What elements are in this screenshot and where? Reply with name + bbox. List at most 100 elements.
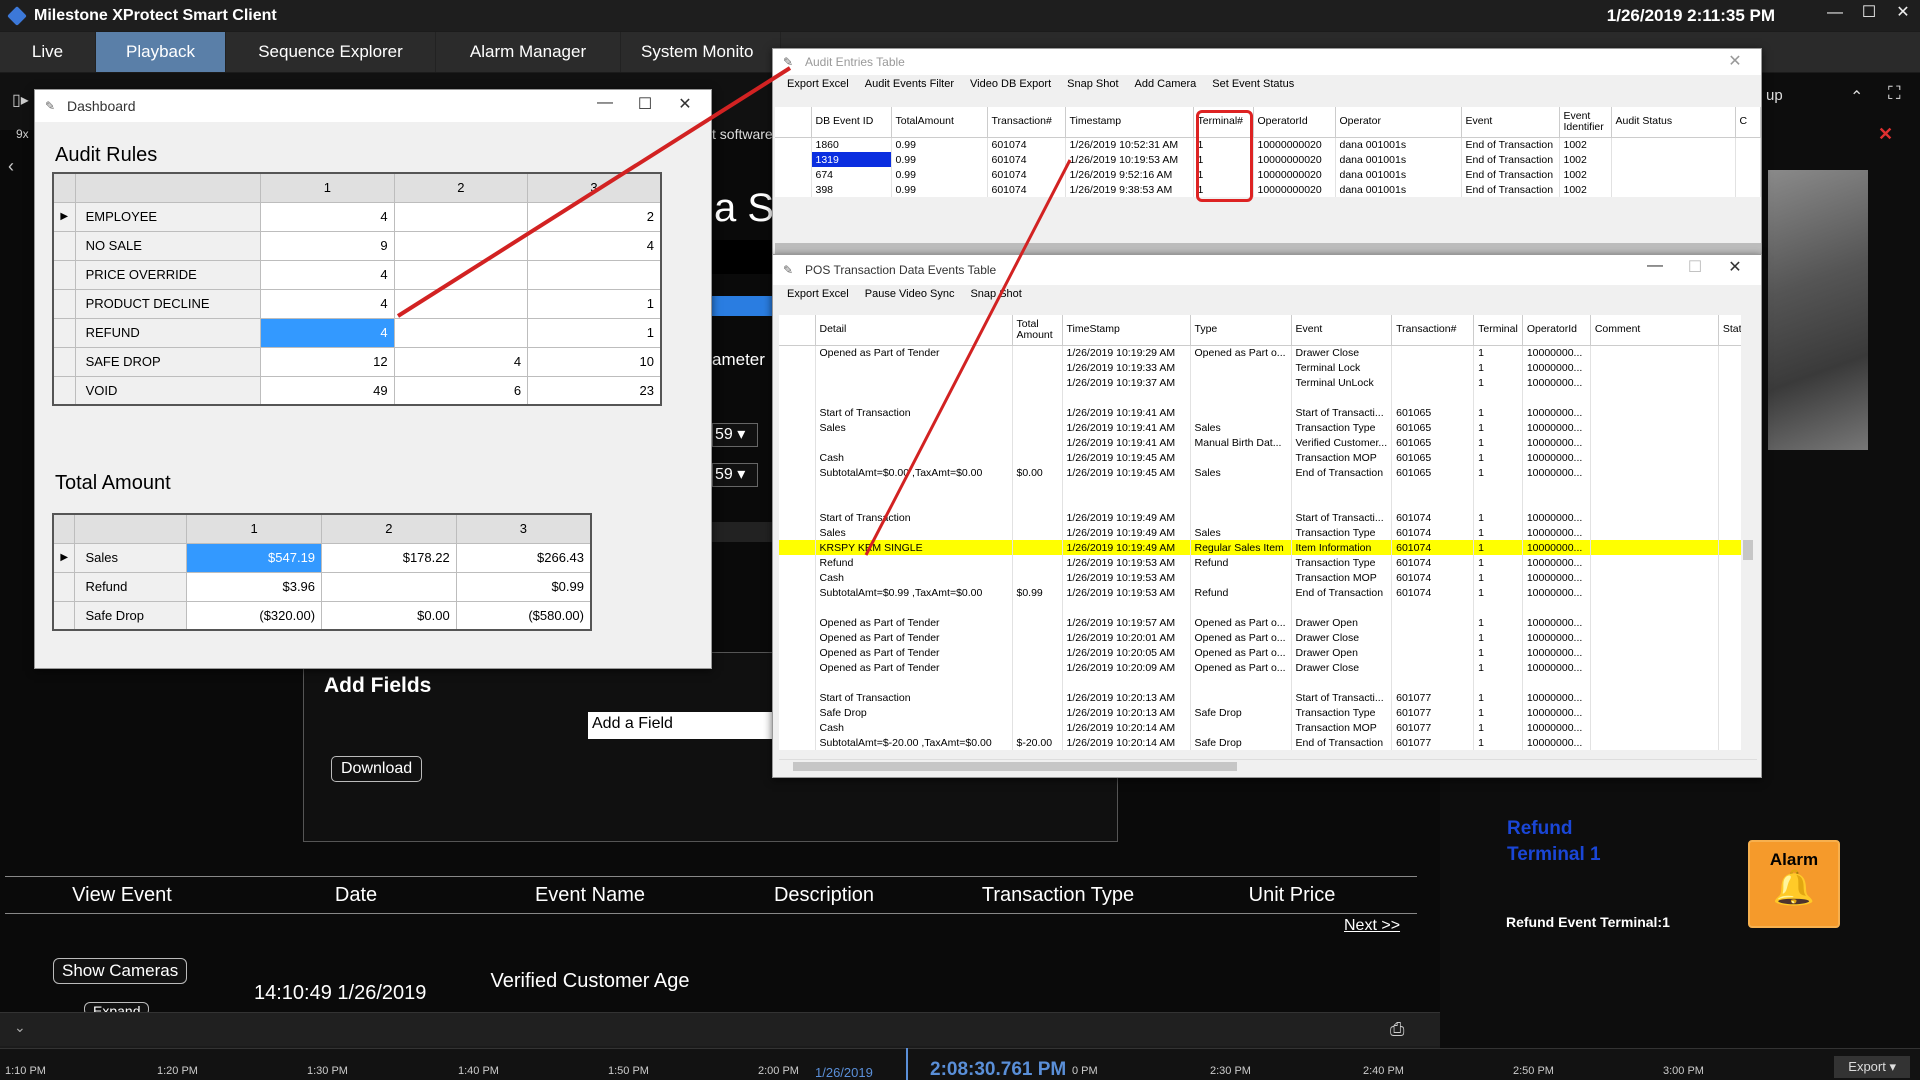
table-row[interactable]: Safe Drop ($320.00) $0.00 ($580.00) [52, 600, 592, 631]
vertical-scrollbar[interactable] [1741, 315, 1755, 755]
audit-events-filter-menu[interactable]: Audit Events Filter [865, 78, 954, 90]
view-toggle-icon[interactable]: ▯▸ [12, 90, 29, 110]
table-row[interactable] [779, 600, 1752, 615]
table-row[interactable]: Opened as Part of Tender 1/26/2019 10:20:… [779, 630, 1752, 645]
table-row[interactable] [779, 675, 1752, 690]
table-row[interactable]: VOID 49 6 23 [52, 375, 662, 406]
table-row[interactable]: Start of Transaction 1/26/2019 10:20:13 A… [779, 690, 1752, 705]
table-row[interactable]: ▶ EMPLOYEE 4 2 [52, 201, 662, 232]
minimize-button[interactable]: — [585, 94, 625, 114]
pause-video-sync-menu[interactable]: Pause Video Sync [865, 288, 955, 300]
column-header[interactable]: Total Amount [1012, 315, 1063, 345]
table-row[interactable]: Opened as Part of Tender 1/26/2019 10:19:… [779, 345, 1752, 360]
column-header[interactable]: 3 [527, 172, 662, 203]
fullscreen-icon[interactable]: ⛶ [1888, 83, 1901, 104]
table-row[interactable]: NO SALE 9 4 [52, 230, 662, 261]
column-header[interactable]: Event Identifier [1559, 107, 1612, 137]
column-header[interactable]: 1 [186, 513, 323, 544]
table-row[interactable]: SubtotalAmt=$0.99 ,TaxAmt=$0.00 $0.99 1/26… [779, 585, 1752, 600]
column-header[interactable]: 3 [455, 513, 592, 544]
column-header[interactable]: Comment [1590, 315, 1719, 345]
export-excel-menu[interactable]: Export Excel [787, 288, 849, 300]
tab-live[interactable]: Live [0, 32, 96, 72]
table-row[interactable]: Opened as Part of Tender 1/26/2019 10:19:… [779, 615, 1752, 630]
back-arrow-icon[interactable]: ‹ [8, 156, 14, 177]
maximize-button[interactable]: ☐ [1675, 257, 1715, 277]
column-header[interactable]: Operator [1335, 107, 1462, 137]
table-row[interactable]: Sales 1/26/2019 10:19:49 AM Sales Transacti… [779, 525, 1752, 540]
table-row[interactable]: Sales 1/26/2019 10:19:41 AM Sales Transacti… [779, 420, 1752, 435]
column-header[interactable]: C [1735, 107, 1761, 137]
column-header[interactable]: Event [1461, 107, 1560, 137]
minimize-button[interactable]: — [1818, 0, 1852, 28]
table-row[interactable]: ▶ Sales $547.19 $178.22 $266.43 [52, 542, 592, 573]
column-header[interactable]: Detail [815, 315, 1013, 345]
selected-cell[interactable]: 4 [260, 317, 395, 348]
tab-alarm-manager[interactable]: Alarm Manager [436, 32, 621, 72]
close-button[interactable]: ✕ [1715, 51, 1755, 71]
export-excel-menu[interactable]: Export Excel [787, 78, 849, 90]
show-cameras-button[interactable]: Show Cameras [53, 958, 188, 984]
add-field-input[interactable]: Add a Field [588, 712, 788, 739]
table-row[interactable]: Cash 1/26/2019 10:19:53 AM Transaction MOP… [779, 570, 1752, 585]
table-row[interactable]: Refund 1/26/2019 10:19:53 AM Refund Transac… [779, 555, 1752, 570]
table-row[interactable]: 1319 0.99 601074 1/26/2019 10:19:53 AM 1 1000… [775, 152, 1761, 167]
column-header[interactable]: Terminal [1473, 315, 1523, 345]
table-row[interactable]: Refund $3.96 $0.99 [52, 571, 592, 602]
table-row[interactable]: 1/26/2019 10:19:41 AM Manual Birth Dat...… [779, 435, 1752, 450]
table-row[interactable]: Opened as Part of Tender 1/26/2019 10:20:… [779, 645, 1752, 660]
table-row[interactable]: SAFE DROP 12 4 10 [52, 346, 662, 377]
horizontal-scrollbar[interactable] [779, 759, 1757, 773]
table-row[interactable]: SubtotalAmt=$-20.00 ,TaxAmt=$0.00 $-20.00… [779, 735, 1752, 750]
column-header[interactable]: 2 [393, 172, 529, 203]
table-row[interactable]: 398 0.99 601074 1/26/2019 9:38:53 AM 1 100000… [775, 182, 1761, 197]
chevron-up-icon[interactable]: ⌃ [1850, 87, 1863, 107]
table-row[interactable]: 1/26/2019 10:19:33 AM Terminal Lock 1 10000… [779, 360, 1752, 375]
table-row[interactable]: KRSPY KRM SINGLE 1/26/2019 10:19:49 AM Reg… [779, 540, 1752, 555]
column-header[interactable]: OperatorId [1253, 107, 1336, 137]
table-row[interactable] [779, 495, 1752, 510]
close-icon[interactable]: ✕ [1878, 124, 1893, 145]
table-row[interactable] [779, 390, 1752, 405]
maximize-button[interactable]: ☐ [1852, 0, 1886, 28]
table-row[interactable] [779, 480, 1752, 495]
column-header[interactable]: Event [1291, 315, 1393, 345]
timeline-cursor[interactable] [906, 1048, 908, 1080]
table-row[interactable]: PRODUCT DECLINE 4 1 [52, 288, 662, 319]
table-row[interactable]: Cash 1/26/2019 10:20:14 AM Transaction MOP… [779, 720, 1752, 735]
maximize-button[interactable]: ☐ [625, 94, 665, 114]
close-button[interactable]: ✕ [1715, 257, 1755, 277]
column-header[interactable]: OperatorId [1522, 315, 1591, 345]
scrollbar-thumb[interactable] [793, 762, 1237, 771]
column-header[interactable]: 1 [260, 172, 395, 203]
minimize-button[interactable]: — [1635, 257, 1675, 277]
column-header[interactable]: Timestamp [1065, 107, 1194, 137]
close-button[interactable]: ✕ [665, 94, 705, 114]
camera-feed-image[interactable] [1768, 170, 1868, 450]
video-db-export-menu[interactable]: Video DB Export [970, 78, 1051, 90]
table-row[interactable]: Safe Drop 1/26/2019 10:20:13 AM Safe Drop T… [779, 705, 1752, 720]
column-header[interactable]: DB Event ID [811, 107, 892, 137]
column-header[interactable]: Transaction# [987, 107, 1066, 137]
table-row[interactable]: Cash 1/26/2019 10:19:45 AM Transaction MOP… [779, 450, 1752, 465]
table-row[interactable]: SubtotalAmt=$0.00 ,TaxAmt=$0.00 $0.00 1/26… [779, 465, 1752, 480]
download-button[interactable]: Download [331, 756, 423, 782]
table-row[interactable]: Start of Transaction 1/26/2019 10:19:41 A… [779, 405, 1752, 420]
timeline-bar[interactable]: 1:10 PM 1:20 PM 1:30 PM 1:40 PM 1:50 PM … [0, 1048, 1920, 1080]
column-header[interactable]: TimeStamp [1062, 315, 1191, 345]
column-header[interactable]: TotalAmount [891, 107, 988, 137]
print-icon[interactable]: ⎙ [1390, 1019, 1404, 1040]
tab-playback[interactable]: Playback [96, 32, 226, 72]
snap-shot-menu[interactable]: Snap Shot [970, 288, 1021, 300]
next-page-link[interactable]: Next >> [1344, 917, 1400, 935]
tab-sequence-explorer[interactable]: Sequence Explorer [226, 32, 436, 72]
export-button[interactable]: Export ▾ [1834, 1056, 1910, 1078]
alarm-button[interactable]: Alarm 🔔 [1748, 840, 1840, 928]
table-row[interactable]: 1860 0.99 601074 1/26/2019 10:52:31 AM 1 1000… [775, 137, 1761, 152]
close-button[interactable]: ✕ [1886, 0, 1920, 28]
table-row[interactable]: 674 0.99 601074 1/26/2019 9:52:16 AM 1 100000… [775, 167, 1761, 182]
collapse-icon[interactable]: ⌄ [14, 1019, 26, 1036]
table-row[interactable]: Opened as Part of Tender 1/26/2019 10:20:… [779, 660, 1752, 675]
column-header[interactable]: 2 [321, 513, 457, 544]
scrollbar-thumb[interactable] [1743, 540, 1753, 560]
